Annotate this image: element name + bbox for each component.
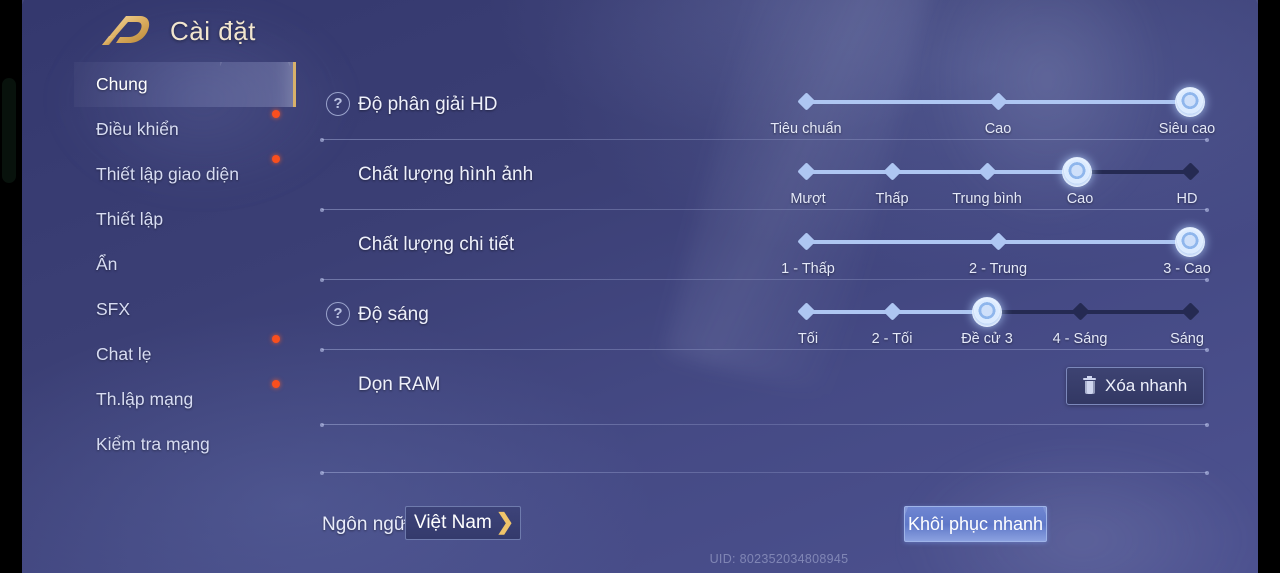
setting-row-brightness: ? Độ sáng Tối 2 - Tối Đề cử 3 4 - Sáng S… bbox=[300, 272, 1209, 352]
page-title: Cài đặt bbox=[170, 16, 256, 46]
slider-resolution[interactable]: Tiêu chuẩn Cao Siêu cao bbox=[770, 87, 1215, 137]
setting-label: Độ sáng bbox=[358, 304, 429, 325]
slider-tick-marker[interactable] bbox=[796, 232, 816, 251]
language-label: Ngôn ngữ bbox=[322, 514, 407, 535]
sidebar-item-sfx[interactable]: SFX bbox=[74, 287, 296, 332]
setting-label: Dọn RAM bbox=[358, 374, 441, 395]
settings-app: Cài đặt Chung Điều khiển Thiết lập giao … bbox=[22, 0, 1258, 573]
slider-tick-marker[interactable] bbox=[882, 302, 902, 321]
setting-label: Chất lượng hình ảnh bbox=[358, 164, 534, 185]
sidebar-item-an[interactable]: Ẩn bbox=[74, 242, 296, 287]
slider-thumb[interactable] bbox=[972, 297, 1002, 327]
slider-tick-marker[interactable] bbox=[882, 162, 902, 181]
header: Cài đặt bbox=[22, 0, 1258, 62]
slider-thumb[interactable] bbox=[1062, 157, 1092, 187]
notification-badge-icon bbox=[272, 155, 280, 163]
restore-defaults-button[interactable]: Khôi phục nhanh bbox=[904, 506, 1047, 542]
sidebar-item-dieu-khien[interactable]: Điều khiển bbox=[74, 107, 296, 152]
slider-tick-marker[interactable] bbox=[988, 232, 1008, 251]
question-mark-icon[interactable]: ? bbox=[326, 302, 350, 326]
sidebar-item-label: SFX bbox=[96, 299, 131, 319]
slider-brightness[interactable]: Tối 2 - Tối Đề cử 3 4 - Sáng Sáng bbox=[796, 297, 1204, 347]
sidebar-item-label: Điều khiển bbox=[96, 119, 179, 139]
trash-icon bbox=[1083, 376, 1096, 394]
sidebar-item-th-lap-mang[interactable]: Th.lập mạng bbox=[74, 377, 296, 422]
device-bezel-right bbox=[1258, 0, 1280, 573]
slider-tick-marker[interactable] bbox=[1180, 302, 1200, 321]
slider-detail-quality[interactable]: 1 - Thấp 2 - Trung 3 - Cao bbox=[781, 227, 1211, 277]
row-divider bbox=[320, 422, 1209, 427]
slider-tick-marker[interactable] bbox=[796, 92, 816, 111]
sidebar-item-thiet-lap-giao-dien[interactable]: Thiết lập giao diện bbox=[74, 152, 296, 197]
sidebar-item-label: Kiểm tra mạng bbox=[96, 434, 210, 454]
sidebar-item-chat-le[interactable]: Chat lẹ bbox=[74, 332, 296, 377]
notification-badge-icon bbox=[272, 335, 280, 343]
sidebar-item-label: Chat lẹ bbox=[96, 344, 152, 364]
app-screen: Cài đặt Chung Điều khiển Thiết lập giao … bbox=[0, 0, 1280, 573]
language-value: Việt Nam bbox=[414, 512, 492, 533]
restore-defaults-label: Khôi phục nhanh bbox=[907, 513, 1044, 534]
sidebar-item-label: Chung bbox=[96, 74, 148, 94]
setting-row-image-quality: Chất lượng hình ảnh Mượt Thấp Trung bình… bbox=[300, 132, 1209, 212]
setting-row-detail-quality: Chất lượng chi tiết 1 - Thấp 2 - Trung 3… bbox=[300, 202, 1211, 282]
notification-badge-icon bbox=[272, 380, 280, 388]
setting-row-clear-ram: Dọn RAM Xóa nhanh bbox=[300, 342, 1209, 427]
sidebar-item-thiet-lap[interactable]: Thiết lập bbox=[74, 197, 296, 242]
slider-tick-marker[interactable] bbox=[1180, 162, 1200, 181]
setting-label: Chất lượng chi tiết bbox=[358, 234, 515, 255]
sidebar-item-label: Ẩn bbox=[96, 254, 118, 274]
notification-badge-icon bbox=[272, 110, 280, 118]
slider-tick-marker[interactable] bbox=[988, 92, 1008, 111]
slider-thumb[interactable] bbox=[1175, 87, 1205, 117]
slider-track-fill bbox=[806, 170, 1077, 174]
footer: Ngôn ngữ Việt Nam ❯ Khôi phục nhanh UID:… bbox=[300, 495, 1258, 573]
sidebar-item-label: Thiết lập giao diện bbox=[96, 164, 240, 184]
game-logo-icon bbox=[96, 12, 152, 52]
sidebar-item-chung[interactable]: Chung bbox=[74, 62, 296, 107]
slider-tick-marker[interactable] bbox=[977, 162, 997, 181]
uid-text: UID: 802352034808945 bbox=[709, 552, 849, 566]
sidebar-item-kiem-tra-mang[interactable]: Kiểm tra mạng bbox=[74, 422, 296, 467]
setting-row-resolution: ? Độ phân giải HD Tiêu chuẩn Cao Siêu ca… bbox=[300, 62, 1215, 142]
slider-tick-marker[interactable] bbox=[1070, 302, 1090, 321]
language-selector-button[interactable]: Việt Nam ❯ bbox=[405, 506, 522, 540]
slider-thumb[interactable] bbox=[1175, 227, 1205, 257]
sidebar-item-label: Th.lập mạng bbox=[96, 389, 194, 409]
slider-tick-marker[interactable] bbox=[796, 162, 816, 181]
device-notch bbox=[2, 78, 16, 183]
clear-ram-button-label: Xóa nhanh bbox=[1105, 376, 1188, 395]
sidebar: Chung Điều khiển Thiết lập giao diện Thi… bbox=[74, 62, 296, 573]
chevron-right-icon: ❯ bbox=[495, 509, 515, 534]
slider-tick-marker[interactable] bbox=[796, 302, 816, 321]
slider-image-quality[interactable]: Mượt Thấp Trung bình Cao HD bbox=[790, 157, 1200, 207]
sidebar-item-label: Thiết lập bbox=[96, 209, 164, 229]
setting-label: Độ phân giải HD bbox=[358, 94, 498, 115]
question-mark-icon[interactable]: ? bbox=[326, 92, 350, 116]
footer-divider bbox=[320, 470, 1209, 475]
clear-ram-button[interactable]: Xóa nhanh bbox=[1066, 367, 1205, 405]
